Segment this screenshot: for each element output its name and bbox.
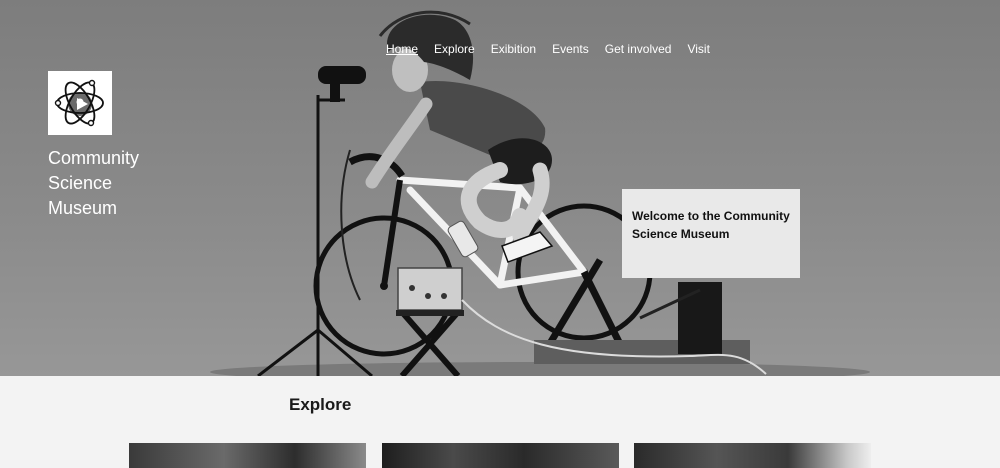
welcome-card: Welcome to the Community Science Museum xyxy=(622,189,800,278)
explore-card-1[interactable] xyxy=(129,443,366,468)
nav-get-involved[interactable]: Get involved xyxy=(605,42,672,56)
explore-heading: Explore xyxy=(289,395,352,414)
site-name-line-2: Science xyxy=(48,173,113,193)
explore-card-2[interactable] xyxy=(382,443,619,468)
atom-logo-icon xyxy=(54,79,104,127)
main-nav: Home Explore Exibition Events Get involv… xyxy=(386,42,710,56)
site-name-line-1: Community xyxy=(48,148,140,168)
welcome-text: Welcome to the Community Science Museum xyxy=(632,209,790,241)
nav-events[interactable]: Events xyxy=(552,42,589,56)
site-logo[interactable] xyxy=(48,71,112,135)
hero-banner: Home Explore Exibition Events Get involv… xyxy=(0,0,1000,376)
site-name: Community Science Museum xyxy=(48,146,178,221)
explore-card-3[interactable] xyxy=(634,443,871,468)
nav-visit[interactable]: Visit xyxy=(687,42,709,56)
nav-explore[interactable]: Explore xyxy=(434,42,475,56)
nav-home[interactable]: Home xyxy=(386,42,418,56)
site-name-line-3: Museum xyxy=(48,198,118,218)
nav-exibition[interactable]: Exibition xyxy=(491,42,536,56)
